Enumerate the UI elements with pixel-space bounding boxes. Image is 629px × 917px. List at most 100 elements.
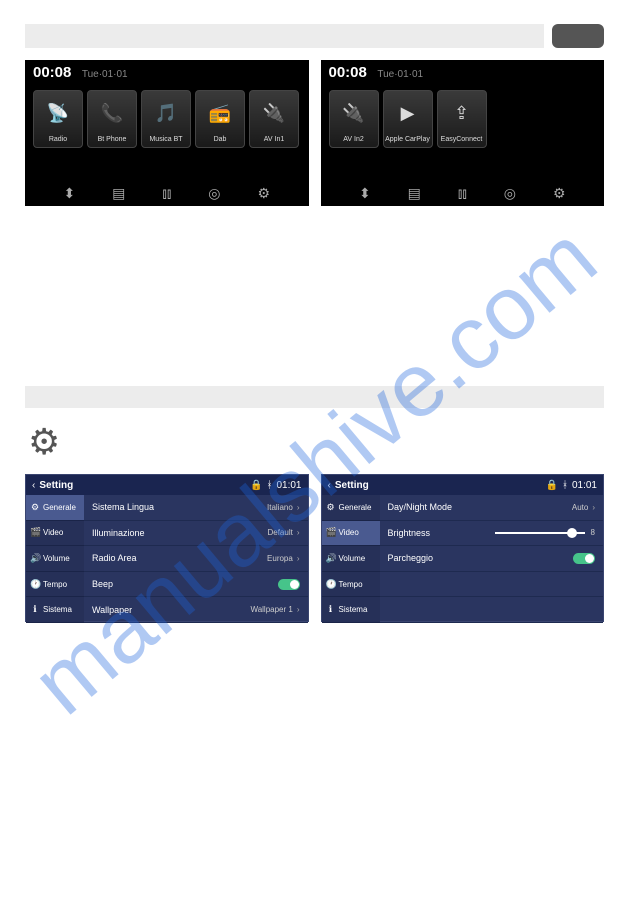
eq-icon[interactable]: ⫾⫾ (458, 185, 467, 202)
settings-row[interactable]: Radio AreaEuropa› (84, 546, 308, 572)
gear-icon[interactable]: ⚙ (553, 185, 566, 202)
sidebar-item[interactable]: 🎬Video (26, 521, 84, 547)
app-tile-row: 📡Radio📞Bt Phone🎵Musica BT📻Dab🔌AV In1 (33, 90, 301, 148)
app-tile[interactable]: 📡Radio (33, 90, 83, 148)
tile-label: AV In2 (343, 136, 364, 143)
row-value: Europa (267, 554, 293, 563)
row-label: Parcheggio (388, 553, 574, 563)
tile-icon: ▶ (401, 91, 415, 136)
sidebar-item[interactable]: ⚙Generale (26, 495, 84, 521)
settings-row[interactable]: Brightness8 (380, 521, 604, 547)
sidebar-item[interactable]: ℹSistema (26, 597, 84, 623)
sidebar-item[interactable]: 🎬Video (322, 521, 380, 547)
gear-icon[interactable]: ⚙ (257, 185, 270, 202)
row-label: Wallpaper (92, 605, 250, 615)
sidebar-icon: 🎬 (326, 527, 336, 538)
row-label: Sistema Lingua (92, 502, 267, 512)
app-tile[interactable]: 🎵Musica BT (141, 90, 191, 148)
wheel-icon[interactable]: ◎ (208, 185, 220, 202)
clock-date: Tue·01·01 (377, 69, 423, 80)
row-label: Beep (92, 579, 278, 589)
app-tile[interactable]: ▶Apple CarPlay (383, 90, 433, 148)
tile-icon: 🎵 (155, 91, 177, 136)
row-value: Default (267, 528, 292, 537)
row-value: Wallpaper 1 (250, 605, 292, 614)
sidebar-label: Tempo (339, 580, 363, 589)
tile-label: EasyConnect (441, 136, 483, 143)
settings-row[interactable]: WallpaperWallpaper 1› (84, 597, 308, 623)
settings-row[interactable]: Day/Night ModeAuto › (380, 495, 604, 521)
sidebar-label: Volume (339, 554, 366, 563)
top-bar-bg (25, 24, 544, 48)
app-tile[interactable]: 🔌AV In2 (329, 90, 379, 148)
app-tile[interactable]: ⇪EasyConnect (437, 90, 487, 148)
home-screen-2: 00:08 Tue·01·01 🔌AV In2▶Apple CarPlay⇪Ea… (321, 60, 605, 206)
chevron-right-icon: › (297, 503, 300, 512)
tile-icon: 🔌 (342, 91, 364, 136)
sidebar-item[interactable]: 🔊Volume (26, 546, 84, 572)
sd-icon[interactable]: ▤ (408, 185, 421, 202)
usb-icon[interactable]: ⬍ (359, 185, 371, 202)
chevron-right-icon: › (297, 528, 300, 537)
row-value: Auto (572, 503, 588, 512)
back-chevron-icon[interactable]: ‹ (32, 480, 35, 491)
sidebar-item[interactable]: 🔊Volume (322, 546, 380, 572)
settings-row[interactable]: Sistema LinguaItaliano › (84, 495, 308, 521)
settings-sidebar: ⚙Generale🎬Video🔊Volume🕐TempoℹSistema (26, 495, 84, 623)
tile-icon: 📻 (209, 91, 231, 136)
slider-value: 8 (591, 528, 595, 537)
sidebar-item[interactable]: ℹSistema (322, 597, 380, 623)
sidebar-label: Tempo (43, 580, 67, 589)
toggle-switch[interactable] (573, 553, 595, 564)
settings-content: Sistema LinguaItaliano›IlluminazioneDefa… (84, 495, 308, 623)
watermark-text: manualshive.com (13, 206, 616, 735)
settings-sidebar: ⚙Generale🎬Video🔊Volume🕐TempoℹSistema (322, 495, 380, 623)
brightness-slider[interactable] (495, 532, 585, 534)
row-label: Day/Night Mode (388, 502, 572, 512)
sidebar-label: Video (339, 528, 359, 537)
chevron-right-icon: › (297, 554, 300, 563)
sd-icon[interactable]: ▤ (112, 185, 125, 202)
app-tile[interactable]: 📻Dab (195, 90, 245, 148)
app-tile[interactable]: 🔌AV In1 (249, 90, 299, 148)
settings-header: ‹ Setting 🔒 ᚼ 01:01 (26, 475, 308, 495)
usb-icon[interactable]: ⬍ (63, 185, 75, 202)
lock-icon: 🔒 (250, 480, 262, 491)
settings-row[interactable]: Beep (84, 572, 308, 598)
sidebar-label: Sistema (339, 605, 368, 614)
sidebar-label: Video (43, 528, 63, 537)
settings-row[interactable]: IlluminazioneDefault› (84, 521, 308, 547)
clock-time: 00:08 (33, 64, 71, 81)
sidebar-icon: 🎬 (30, 527, 40, 538)
clock-date: Tue·01·01 (82, 69, 128, 80)
bluetooth-icon: ᚼ (562, 480, 568, 491)
tile-label: Musica BT (149, 136, 182, 143)
chevron-right-icon: › (592, 503, 595, 512)
settings-title: Setting (335, 480, 546, 491)
eq-icon[interactable]: ⫾⫾ (162, 185, 171, 202)
app-tile[interactable]: 📞Bt Phone (87, 90, 137, 148)
tile-label: Bt Phone (98, 136, 127, 143)
app-tile-row: 🔌AV In2▶Apple CarPlay⇪EasyConnect (329, 90, 597, 148)
bottom-nav: ⬍ ▤ ⫾⫾ ◎ ⚙ (25, 185, 309, 202)
back-chevron-icon[interactable]: ‹ (328, 480, 331, 491)
toggle-switch[interactable] (278, 579, 300, 590)
sidebar-item[interactable]: ⚙Generale (322, 495, 380, 521)
header-time: 01:01 (572, 480, 597, 491)
settings-content: Day/Night ModeAuto › Brightness8 Parcheggio (380, 495, 604, 623)
bottom-nav: ⬍ ▤ ⫾⫾ ◎ ⚙ (321, 185, 605, 202)
sidebar-item[interactable]: 🕐Tempo (322, 572, 380, 598)
page-top-bar (25, 24, 604, 48)
wheel-icon[interactable]: ◎ (504, 185, 516, 202)
sidebar-label: Generale (339, 503, 372, 512)
sidebar-label: Volume (43, 554, 70, 563)
lock-icon: 🔒 (546, 480, 558, 491)
tile-icon: ⇪ (454, 91, 469, 136)
sidebar-item[interactable]: 🕐Tempo (26, 572, 84, 598)
settings-panel-general: ‹ Setting 🔒 ᚼ 01:01 ⚙Generale🎬Video🔊Volu… (25, 474, 309, 622)
settings-row[interactable]: Parcheggio (380, 546, 604, 572)
tile-icon: 📡 (47, 91, 69, 136)
top-bar-badge (552, 24, 604, 48)
row-value: Italiano (267, 503, 293, 512)
settings-header: ‹ Setting 🔒 ᚼ 01:01 (322, 475, 604, 495)
